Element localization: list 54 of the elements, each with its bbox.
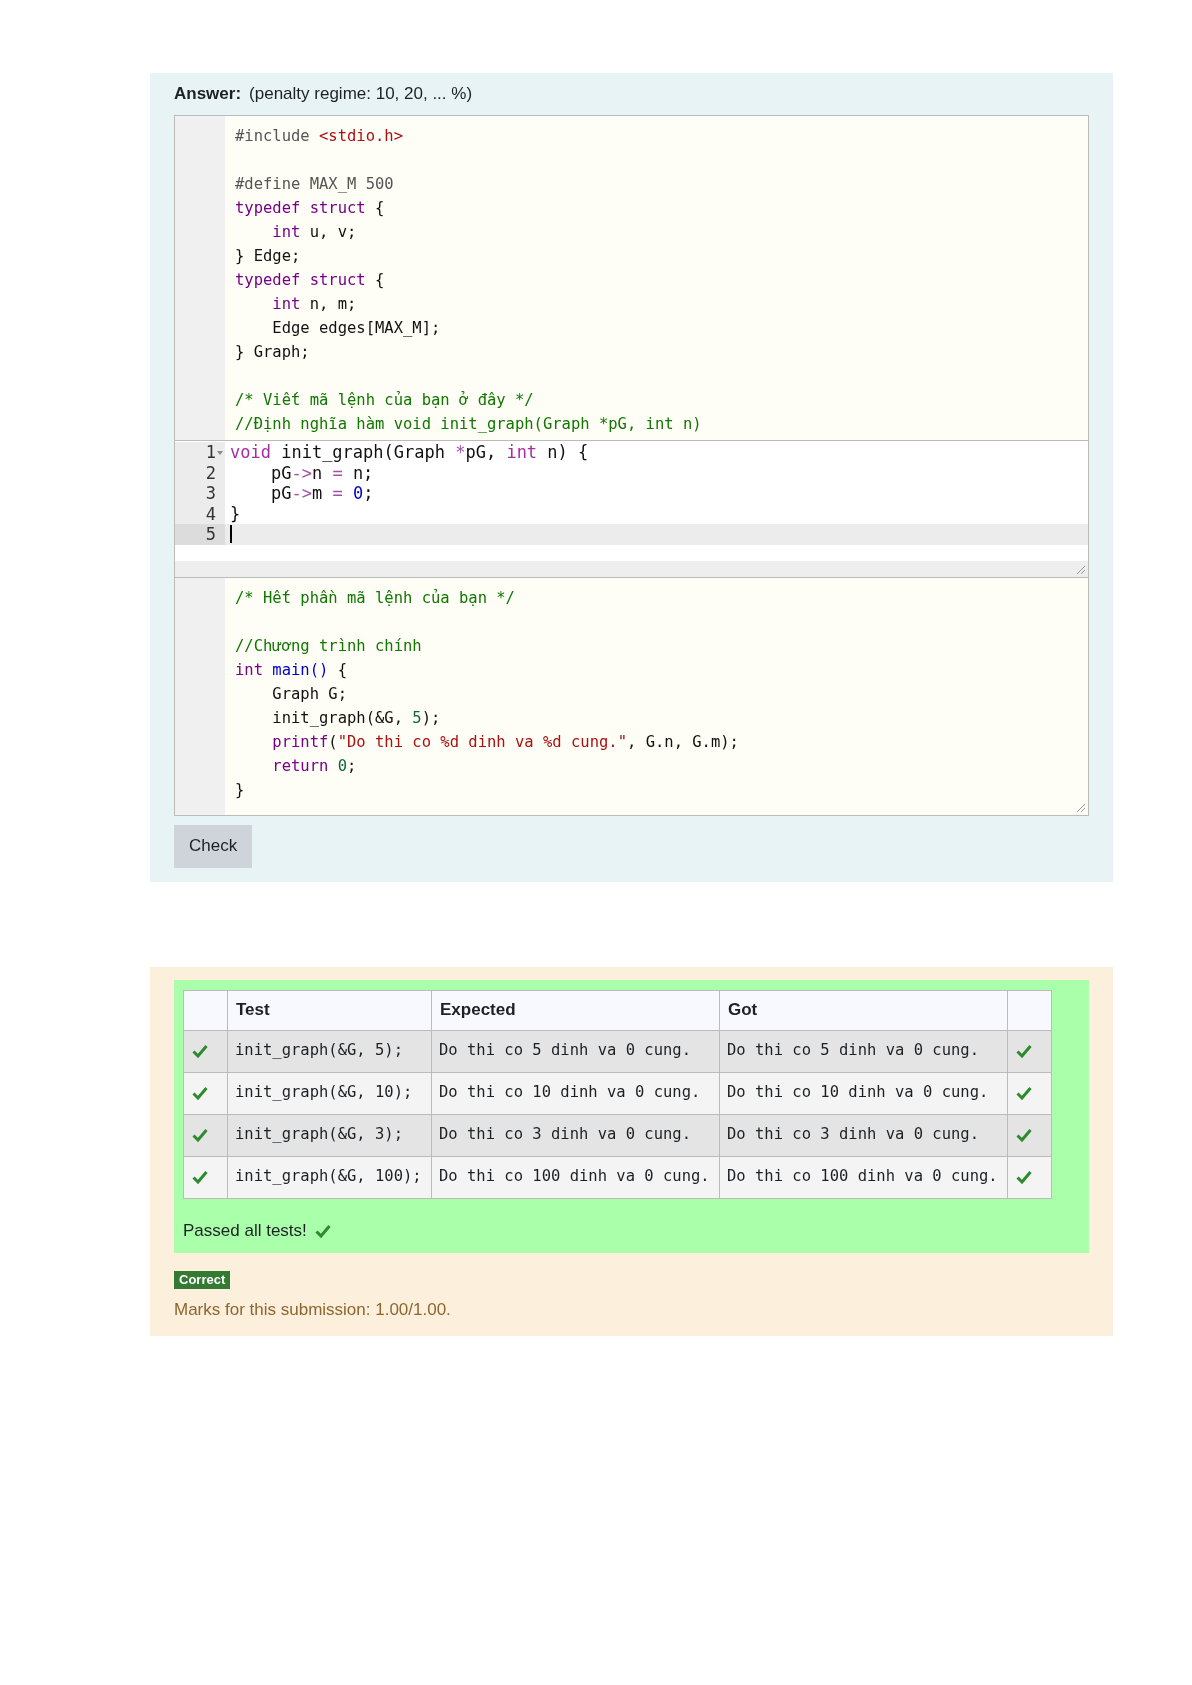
table-cell: Do thi co 100 dinh va 0 cung. bbox=[439, 1167, 710, 1186]
line-number: 4 bbox=[205, 503, 216, 524]
code-line: int u, v; bbox=[271, 223, 357, 241]
code-line: /* Viết mã lệnh của bạn ở đây */ bbox=[235, 391, 534, 409]
text-cursor bbox=[230, 525, 232, 544]
penalty-text: (penalty regime: 10, 20, ... %) bbox=[249, 83, 473, 106]
code-line: void init_graph(Graph *pG, int n) { bbox=[230, 442, 589, 463]
answer-label: Answer: bbox=[174, 83, 242, 106]
fold-arrow-icon[interactable] bbox=[217, 448, 223, 457]
table-cell: Do thi co 100 dinh va 0 cung. bbox=[727, 1167, 998, 1186]
line-number: 2 bbox=[205, 462, 216, 483]
code-line: Graph G; bbox=[271, 684, 347, 703]
code-line: pG->n = n; bbox=[269, 462, 374, 483]
code-line: int n, m; bbox=[271, 295, 357, 313]
code-line: //Định nghĩa hàm void init_graph(Graph *pG, int n) bbox=[235, 415, 702, 433]
line-number: 5 bbox=[205, 524, 216, 545]
table-cell: Do thi co 3 dinh va 0 cung. bbox=[439, 1125, 691, 1144]
grade-badge: Correct bbox=[174, 1270, 231, 1289]
code-line: } bbox=[230, 503, 241, 524]
column-header: Expected bbox=[440, 1000, 516, 1020]
code-line: #define MAX_M 500 bbox=[235, 175, 394, 193]
code-line: #include <stdio.h> bbox=[235, 127, 403, 145]
table-cell: init_graph(&G, 100); bbox=[235, 1167, 422, 1186]
table-cell: init_graph(&G, 3); bbox=[235, 1125, 403, 1144]
code-line: return 0; bbox=[271, 756, 357, 775]
summary-text: Passed all tests! bbox=[183, 1219, 307, 1242]
column-header: Got bbox=[728, 1000, 758, 1020]
table-cell: Do thi co 5 dinh va 0 cung. bbox=[439, 1041, 691, 1060]
code-line: typedef struct { bbox=[235, 199, 385, 217]
marks-text: Marks for this submission: 1.00/1.00. bbox=[174, 1298, 452, 1321]
table-cell: Do thi co 10 dinh va 0 cung. bbox=[439, 1083, 701, 1102]
code-line: init_graph(&G, 5); bbox=[271, 708, 441, 727]
resize-grip-icon[interactable] bbox=[1076, 564, 1086, 575]
code-editor[interactable]: 1 void init_graph(Graph *pG, int n) { 2 pG->n = n; 3 pG->m = 0; 4 } 5 bbox=[175, 440, 1088, 578]
code-line: } bbox=[235, 780, 245, 799]
table-cell: Do thi co 3 dinh va 0 cung. bbox=[727, 1125, 979, 1144]
check-button[interactable]: Check bbox=[174, 824, 253, 868]
code-line: //Chương trình chính bbox=[235, 636, 422, 655]
code-line: int main() { bbox=[235, 660, 347, 679]
code-line: typedef struct { bbox=[235, 271, 385, 289]
column-header: Test bbox=[236, 1000, 270, 1020]
table-cell: init_graph(&G, 5); bbox=[235, 1041, 403, 1060]
table-cell: Do thi co 5 dinh va 0 cung. bbox=[727, 1041, 979, 1060]
line-number: 3 bbox=[205, 483, 216, 504]
code-line: } Edge; bbox=[235, 247, 301, 265]
code-line: Edge edges[MAX_M]; bbox=[271, 319, 441, 337]
code-line: printf("Do thi co %d dinh va %d cung.", G.n, G.m); bbox=[271, 732, 739, 751]
code-line: } Graph; bbox=[235, 343, 310, 361]
line-number: 1 bbox=[205, 442, 216, 463]
resize-grip-icon[interactable] bbox=[1076, 802, 1086, 813]
code-line: pG->m = 0; bbox=[269, 483, 374, 504]
table-cell: init_graph(&G, 10); bbox=[235, 1083, 413, 1102]
code-line: /* Hết phần mã lệnh của bạn */ bbox=[235, 588, 515, 607]
table-cell: Do thi co 10 dinh va 0 cung. bbox=[727, 1083, 989, 1102]
